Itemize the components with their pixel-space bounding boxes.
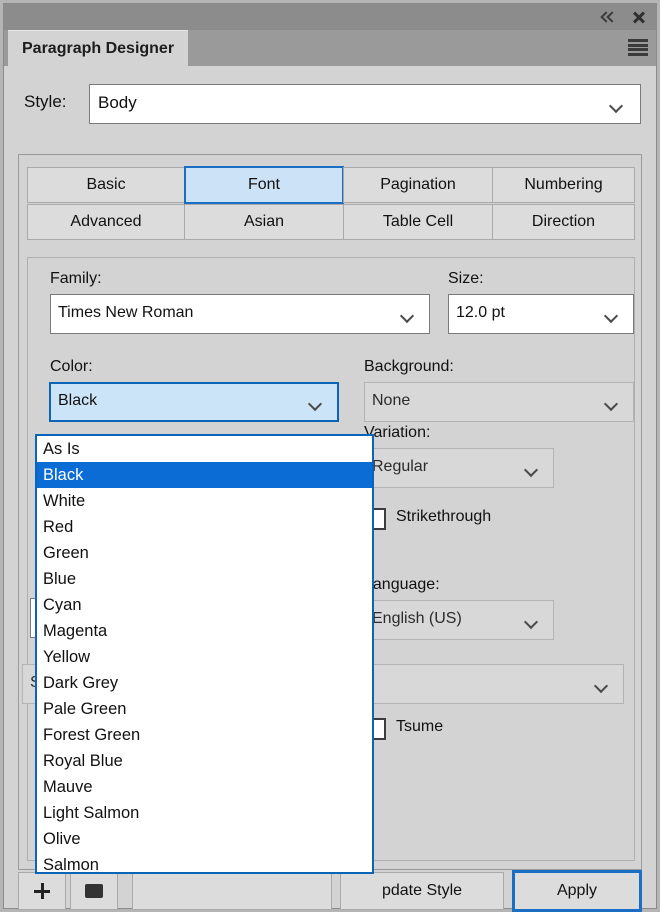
collapse-panel-button[interactable]: [594, 4, 624, 30]
double-chevron-left-icon: [602, 12, 616, 22]
style-label: Style:: [24, 92, 67, 111]
chevron-down-icon: [525, 465, 539, 474]
burger-line: [628, 52, 648, 56]
size-label: Size:: [448, 270, 484, 287]
background-value: None: [372, 392, 411, 409]
footer-button-row: pdate Style Apply: [4, 870, 656, 912]
tab-label: Asian: [243, 213, 285, 230]
apply-label: Apply: [556, 882, 598, 899]
color-option[interactable]: Forest Green: [37, 722, 372, 748]
color-option[interactable]: Pale Green: [37, 696, 372, 722]
plus-icon: [34, 883, 50, 899]
color-dropdown-options: As Is Black White Red Green Blue Cyan Magenta Ye…: [37, 436, 372, 872]
tab-advanced[interactable]: Advanced: [27, 204, 185, 240]
color-option[interactable]: Yellow: [37, 644, 372, 670]
update-style-label: pdate Style: [381, 882, 463, 899]
close-button[interactable]: [624, 4, 654, 30]
panel-tab-strip: Paragraph Designer: [4, 30, 656, 67]
burger-line: [628, 43, 648, 47]
color-option[interactable]: Cyan: [37, 592, 372, 618]
app-root: Paragraph Designer Style: Body Basic Fon…: [0, 0, 660, 912]
family-value: Times New Roman: [58, 304, 194, 321]
apply-button[interactable]: Apply: [512, 870, 642, 912]
chevron-down-icon: [610, 101, 624, 110]
color-option[interactable]: Blue: [37, 566, 372, 592]
tab-asian[interactable]: Asian: [184, 204, 344, 240]
language-label: Language:: [364, 576, 440, 593]
tab-table-cell[interactable]: Table Cell: [343, 204, 493, 240]
color-combobox[interactable]: Black: [49, 382, 339, 422]
color-option[interactable]: Red: [37, 514, 372, 540]
tab-label: Basic: [86, 176, 126, 193]
copy-format-button[interactable]: [70, 872, 118, 910]
tab-basic[interactable]: Basic: [27, 167, 185, 203]
color-option[interactable]: Royal Blue: [37, 748, 372, 774]
tab-font[interactable]: Font: [184, 166, 344, 204]
tab-label: Advanced: [70, 213, 142, 230]
chevron-down-icon: [309, 399, 323, 408]
strikethrough-label: Strikethrough: [396, 508, 492, 525]
commands-button[interactable]: [132, 872, 332, 910]
chevron-down-icon: [595, 681, 609, 690]
size-value: 12.0 pt: [456, 304, 505, 321]
new-style-button[interactable]: [18, 872, 66, 910]
hamburger-menu-icon[interactable]: [628, 39, 648, 56]
language-value: English (US): [372, 610, 462, 627]
color-option[interactable]: Olive: [37, 826, 372, 852]
variation-combobox[interactable]: Regular: [364, 448, 554, 488]
background-label: Background:: [364, 358, 454, 375]
close-icon: [632, 10, 646, 24]
tab-label: Direction: [531, 213, 596, 230]
style-combobox-value: Body: [98, 93, 137, 112]
color-value: Black: [58, 392, 98, 409]
tab-label: Font: [247, 176, 280, 193]
style-combobox[interactable]: Body: [89, 84, 641, 124]
color-option[interactable]: As Is: [37, 436, 372, 462]
window-titlebar: [4, 4, 656, 30]
brush-icon: [85, 884, 103, 898]
color-option[interactable]: Mauve: [37, 774, 372, 800]
tab-label: Table Cell: [382, 213, 454, 230]
language-combobox[interactable]: English (US): [364, 600, 554, 640]
tab-numbering[interactable]: Numbering: [492, 167, 635, 203]
color-option[interactable]: Salmon: [37, 852, 372, 872]
color-option[interactable]: Green: [37, 540, 372, 566]
tab-direction[interactable]: Direction: [492, 204, 635, 240]
burger-line: [628, 39, 648, 42]
tab-label: Numbering: [524, 176, 603, 193]
color-option[interactable]: Magenta: [37, 618, 372, 644]
designer-tab-grid: Basic Font Pagination Numbering Advanced…: [27, 166, 635, 251]
chevron-down-icon: [401, 311, 415, 320]
update-style-button[interactable]: pdate Style: [340, 872, 504, 910]
color-dropdown-list[interactable]: As Is Black White Red Green Blue Cyan Magenta Ye…: [35, 434, 374, 874]
panel-tab-paragraph-designer[interactable]: Paragraph Designer: [8, 30, 189, 67]
chevron-down-icon: [605, 311, 619, 320]
color-label: Color:: [50, 358, 93, 375]
color-option[interactable]: Dark Grey: [37, 670, 372, 696]
tab-pagination[interactable]: Pagination: [343, 167, 493, 203]
tab-label: Pagination: [380, 176, 456, 193]
chevron-down-icon: [525, 617, 539, 626]
family-combobox[interactable]: Times New Roman: [50, 294, 430, 334]
style-row: Style: Body: [4, 84, 656, 126]
background-combobox[interactable]: None: [364, 382, 634, 422]
color-option[interactable]: White: [37, 488, 372, 514]
color-option[interactable]: Black: [37, 462, 372, 488]
size-combobox[interactable]: 12.0 pt: [448, 294, 634, 334]
burger-line: [628, 48, 648, 52]
family-label: Family:: [50, 270, 102, 287]
tsume-label: Tsume: [396, 718, 444, 735]
panel-tab-label: Paragraph Designer: [22, 40, 175, 57]
color-option[interactable]: Light Salmon: [37, 800, 372, 826]
variation-value: Regular: [372, 458, 429, 475]
chevron-down-icon: [605, 399, 619, 408]
